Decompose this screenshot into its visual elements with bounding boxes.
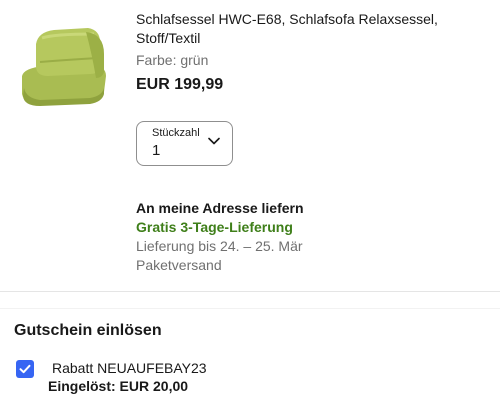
green-sofa-chair-image	[22, 28, 106, 106]
shipping-section: An meine Adresse liefern Gratis 3-Tage-L…	[136, 199, 476, 275]
free-shipping-label: Gratis 3-Tage-Lieferung	[136, 219, 293, 235]
section-divider-secondary	[0, 308, 500, 309]
delivery-date: Lieferung bis 24. – 25. Mär	[136, 238, 303, 254]
product-title[interactable]: Schlafsessel HWC-E68, Schlafsofa Relaxse…	[136, 10, 486, 48]
product-price: EUR 199,99	[136, 76, 224, 93]
coupon-applied-amount: Eingelöst: EUR 20,00	[48, 378, 189, 394]
shipping-heading: An meine Adresse liefern	[136, 200, 304, 216]
checkmark-icon	[19, 364, 31, 374]
quantity-value: 1	[152, 142, 161, 159]
quantity-select[interactable]: Stückzahl 1	[136, 121, 233, 166]
coupon-heading: Gutschein einlösen	[14, 322, 162, 339]
product-image[interactable]	[14, 14, 114, 114]
chevron-down-icon	[208, 137, 220, 145]
shipping-method: Paketversand	[136, 257, 222, 273]
section-gap	[0, 292, 500, 308]
product-variant: Farbe: grün	[136, 52, 209, 68]
product-info: Schlafsessel HWC-E68, Schlafsofa Relaxse…	[136, 10, 486, 95]
quantity-label: Stückzahl	[152, 127, 200, 139]
coupon-code-label[interactable]: Rabatt NEUAUFEBAY23	[52, 360, 207, 376]
coupon-checkbox[interactable]	[16, 360, 34, 378]
